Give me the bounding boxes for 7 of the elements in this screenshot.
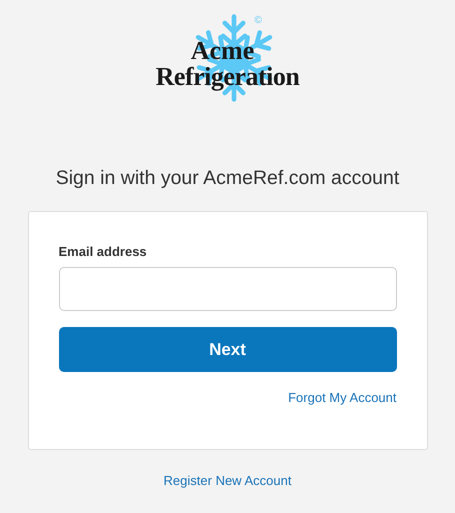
next-button[interactable]: Next	[58, 327, 396, 372]
register-link[interactable]: Register New Account	[164, 473, 292, 488]
sign-in-heading: Sign in with your AcmeRef.com account	[56, 167, 400, 190]
email-label: Email address	[58, 244, 148, 259]
copyright-mark: ©	[254, 15, 262, 26]
email-field[interactable]	[58, 267, 396, 311]
forgot-account-link[interactable]: Forgot My Account	[288, 390, 396, 405]
